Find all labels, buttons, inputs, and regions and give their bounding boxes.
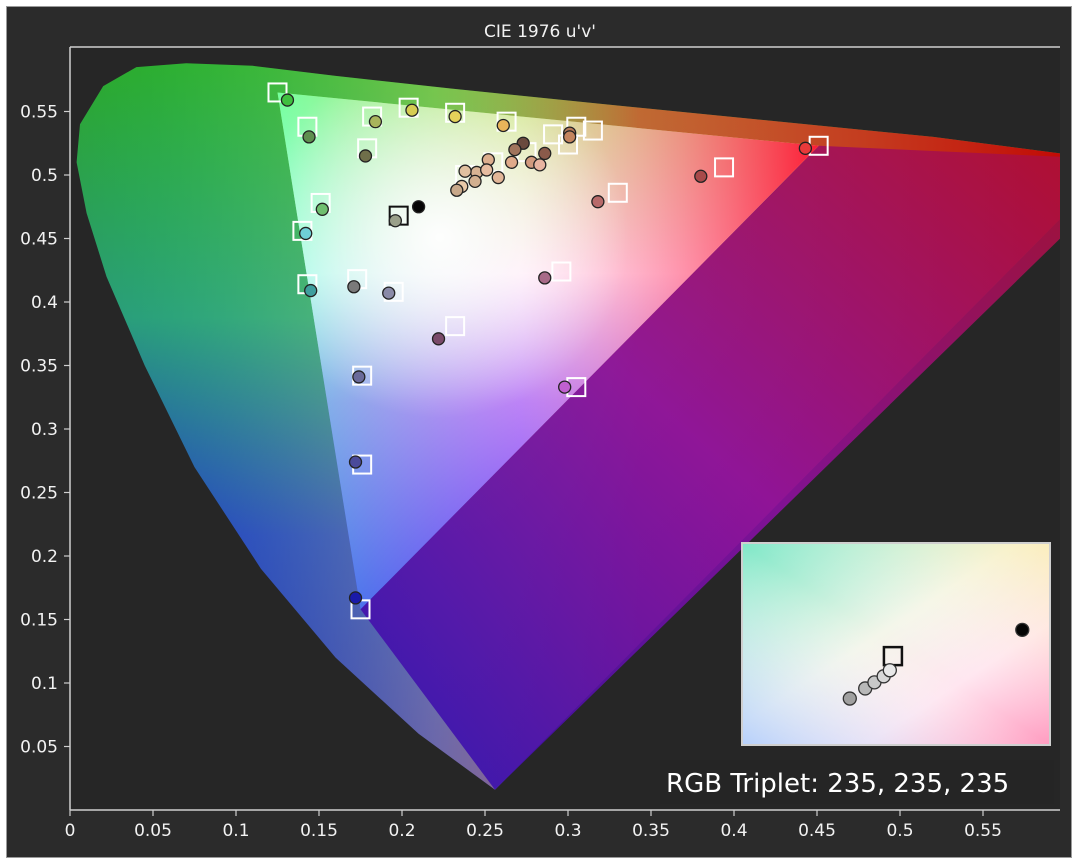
y-tick-label: 0.5: [31, 166, 58, 186]
y-tick-label: 0.05: [20, 738, 58, 758]
measured-point: [368, 115, 383, 129]
y-tick-label: 0.45: [20, 230, 58, 250]
measured-point: [538, 271, 552, 285]
x-tick-label: 0.25: [466, 821, 504, 841]
x-tick-label: 0.05: [134, 821, 172, 841]
inset-point: [842, 691, 857, 706]
measured-point: [558, 380, 572, 394]
y-tick-label: 0.4: [31, 293, 58, 313]
y-tick-label: 0.35: [20, 357, 58, 377]
rgb-triplet-label: RGB Triplet: 235, 235, 235: [666, 769, 1009, 799]
x-tick-label: 0.15: [300, 821, 338, 841]
measured-point: [358, 149, 373, 163]
measured-point: [315, 202, 329, 216]
measured-point: [411, 200, 426, 214]
x-tick-label: 0.2: [388, 821, 415, 841]
x-tick-label: 0.5: [886, 821, 913, 841]
x-tick-label: 0.4: [720, 821, 747, 841]
measured-point: [347, 280, 361, 294]
x-tick-label: 0.1: [222, 821, 249, 841]
measured-point: [538, 146, 552, 161]
measured-point: [694, 169, 708, 183]
measured-point: [468, 174, 482, 189]
y-tick-label: 0.55: [20, 103, 58, 123]
measured-point: [299, 226, 313, 241]
measured-point: [491, 170, 505, 185]
measured-point: [448, 109, 462, 124]
inset-point: [882, 663, 897, 678]
measured-point: [458, 164, 472, 178]
x-tick-label: 0.35: [632, 821, 670, 841]
measured-point: [431, 332, 446, 346]
inset-point: [1015, 622, 1030, 638]
chart-title: CIE 1976 u'v': [484, 22, 596, 42]
measured-point: [280, 93, 295, 107]
measured-point: [504, 155, 519, 169]
x-tick-label: 0.55: [964, 821, 1002, 841]
y-tick-label: 0.25: [20, 484, 58, 504]
measured-point: [496, 118, 510, 133]
y-tick-label: 0.15: [20, 611, 58, 631]
y-tick-label: 0.1: [31, 674, 58, 694]
cie-chart: CIE 1976 u'v' 0 0.05 0.1 0.15 0.2 0.25 0.3 0.35…: [20, 22, 1060, 841]
y-tick-label: 0.2: [31, 547, 58, 567]
measured-point: [304, 283, 318, 298]
measured-point: [480, 163, 494, 177]
measured-point: [533, 158, 547, 172]
x-tick-label: 0.3: [554, 821, 581, 841]
measured-point: [450, 183, 464, 197]
x-tick-label: 0.45: [798, 821, 836, 841]
zoom-inset: [741, 542, 1051, 746]
measured-point: [563, 130, 577, 144]
measured-point: [352, 370, 366, 384]
measured-point: [798, 141, 813, 155]
measured-point: [405, 103, 419, 117]
measured-point: [348, 455, 363, 469]
y-tick-label: 0.3: [31, 420, 58, 440]
measured-point: [382, 286, 396, 300]
measured-point: [348, 591, 363, 605]
x-tick-label: 0: [65, 821, 76, 841]
measured-point: [388, 214, 403, 228]
measured-point: [508, 142, 522, 157]
measured-point: [591, 195, 605, 209]
measured-point: [302, 130, 316, 144]
